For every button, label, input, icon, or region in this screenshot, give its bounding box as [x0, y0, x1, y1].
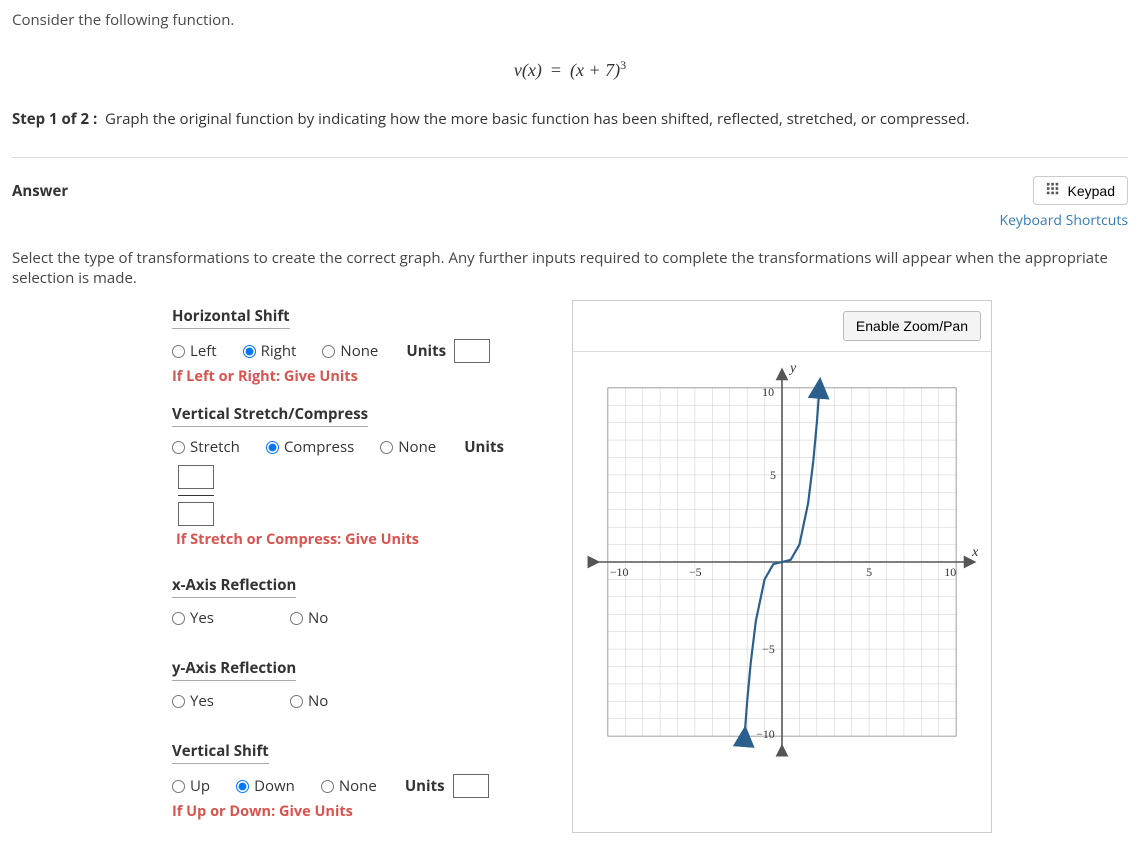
- vsc-units-numerator[interactable]: [178, 465, 214, 489]
- vsc-stretch-radio[interactable]: [172, 441, 185, 454]
- hshift-right-option[interactable]: Right: [243, 341, 297, 361]
- hshift-left-option[interactable]: Left: [172, 341, 217, 361]
- vshift-down-radio[interactable]: [236, 780, 249, 793]
- formula-exp: 3: [620, 58, 626, 72]
- vsc-hint: If Stretch or Compress: Give Units: [176, 530, 532, 549]
- divider: [12, 157, 1128, 158]
- formula-rhs-base: (x + 7): [570, 60, 620, 80]
- hshift-none-radio[interactable]: [322, 345, 335, 358]
- svg-text:10: 10: [762, 385, 774, 399]
- graph-svg: −10 −5 5 10 10 5 −5 −10 y x: [573, 352, 991, 772]
- svg-text:−10: −10: [610, 565, 629, 579]
- keypad-icon: [1046, 182, 1060, 199]
- formula: v(x) = (x + 7)3: [12, 58, 1128, 81]
- step-text: Graph the original function by indicatin…: [105, 109, 970, 129]
- vshift-header: Vertical Shift: [172, 741, 269, 764]
- vshift-units-label: Units: [405, 776, 445, 796]
- formula-eq: =: [551, 60, 561, 80]
- keyboard-shortcuts-link[interactable]: Keyboard Shortcuts: [12, 211, 1128, 230]
- controls-column: Horizontal Shift Left Right None Units I…: [172, 300, 532, 833]
- yref-yes-radio[interactable]: [172, 695, 185, 708]
- vsc-compress-option[interactable]: Compress: [266, 437, 354, 457]
- step-row: Step 1 of 2 : Graph the original functio…: [12, 109, 1128, 129]
- yref-no-radio[interactable]: [290, 695, 303, 708]
- enable-zoom-pan-button[interactable]: Enable Zoom/Pan: [843, 311, 981, 341]
- vshift-down-option[interactable]: Down: [236, 776, 295, 796]
- svg-text:−10: −10: [756, 727, 775, 741]
- graph-area[interactable]: −10 −5 5 10 10 5 −5 −10 y x: [573, 352, 991, 772]
- vshift-up-radio[interactable]: [172, 780, 185, 793]
- xref-yes-option[interactable]: Yes: [172, 608, 214, 628]
- vsc-none-radio[interactable]: [380, 441, 393, 454]
- svg-text:x: x: [971, 545, 979, 560]
- svg-text:−5: −5: [762, 642, 775, 656]
- hshift-header: Horizontal Shift: [172, 306, 290, 329]
- vsc-units-denominator[interactable]: [178, 502, 214, 526]
- vsc-units-fraction: [178, 465, 214, 526]
- xref-header: x-Axis Reflection: [172, 575, 296, 598]
- svg-text:−5: −5: [689, 565, 702, 579]
- hshift-hint: If Left or Right: Give Units: [172, 367, 532, 386]
- svg-text:5: 5: [770, 468, 776, 482]
- vshift-none-option[interactable]: None: [321, 776, 377, 796]
- xref-no-radio[interactable]: [290, 612, 303, 625]
- yref-header: y-Axis Reflection: [172, 658, 296, 681]
- hshift-none-option[interactable]: None: [322, 341, 378, 361]
- vshift-units-input[interactable]: [453, 774, 489, 798]
- hshift-left-radio[interactable]: [172, 345, 185, 358]
- vsc-units-label: Units: [464, 437, 504, 457]
- vsc-stretch-option[interactable]: Stretch: [172, 437, 240, 457]
- graph-panel: Enable Zoom/Pan −10 −5 5 10 10 5 −5 −10 y x: [572, 300, 992, 833]
- vsc-compress-radio[interactable]: [266, 441, 279, 454]
- instructions: Select the type of transformations to cr…: [12, 248, 1128, 288]
- formula-lhs: v(x): [514, 60, 542, 80]
- hshift-units-input[interactable]: [454, 339, 490, 363]
- xref-yes-radio[interactable]: [172, 612, 185, 625]
- xref-no-option[interactable]: No: [290, 608, 328, 628]
- vshift-up-option[interactable]: Up: [172, 776, 210, 796]
- prompt-text: Consider the following function.: [12, 10, 1128, 30]
- keypad-button[interactable]: Keypad: [1033, 176, 1128, 205]
- svg-text:y: y: [788, 361, 797, 376]
- hshift-units-label: Units: [406, 341, 446, 361]
- answer-label: Answer: [12, 181, 68, 201]
- vshift-none-radio[interactable]: [321, 780, 334, 793]
- yref-yes-option[interactable]: Yes: [172, 691, 214, 711]
- step-label: Step 1 of 2 :: [12, 109, 97, 129]
- svg-text:5: 5: [866, 565, 872, 579]
- hshift-right-radio[interactable]: [243, 345, 256, 358]
- svg-text:10: 10: [944, 565, 956, 579]
- yref-no-option[interactable]: No: [290, 691, 328, 711]
- vshift-hint: If Up or Down: Give Units: [172, 802, 532, 821]
- keypad-label: Keypad: [1068, 183, 1115, 199]
- vsc-none-option[interactable]: None: [380, 437, 436, 457]
- vsc-header: Vertical Stretch/Compress: [172, 404, 368, 427]
